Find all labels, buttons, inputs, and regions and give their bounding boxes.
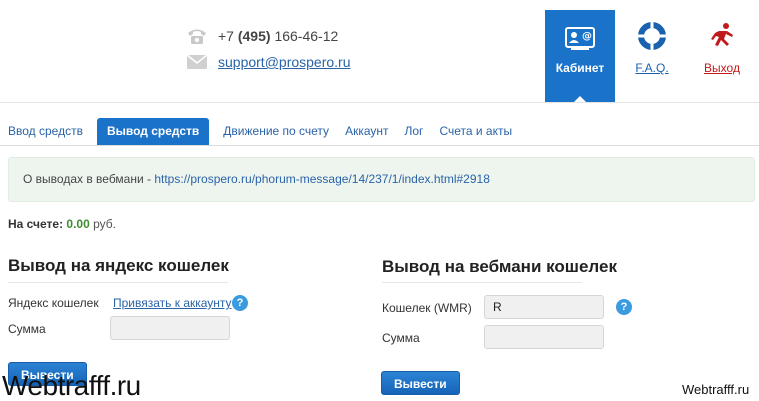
webmoney-section-title: Вывод на вебмани кошелек [382,257,617,276]
webmoney-title-underline [382,282,582,283]
tab-bar: Ввод средств Вывод средств Движение по с… [0,118,759,146]
email-contact: support@prospero.ru [186,52,351,72]
balance-value: 0.00 [66,217,90,231]
notice-forum-link[interactable]: https://prospero.ru/phorum-message/14/23… [154,172,490,186]
support-email-link[interactable]: support@prospero.ru [218,54,351,70]
bind-account-link[interactable]: Привязать к аккаунту [113,296,232,310]
faq-link[interactable]: F.A.Q. [632,22,672,75]
yandex-help-icon[interactable]: ? [232,295,248,311]
cabinet-icon: @ [565,27,595,54]
balance-currency: руб. [93,217,117,231]
cabinet-button[interactable]: @ Кабинет [545,10,615,104]
yandex-wallet-label: Яндекс кошелек [8,296,99,310]
tab-account[interactable]: Аккаунт [337,118,396,145]
phone-contact: +7 (495) 166-46-12 [186,26,338,46]
tab-account-movement[interactable]: Движение по счету [215,118,337,145]
yandex-title-underline [8,282,228,283]
tab-deposit[interactable]: Ввод средств [0,118,91,145]
tab-invoices[interactable]: Счета и акты [431,118,520,145]
notice-text: О выводах в вебмани - [23,172,155,186]
running-man-exit-icon [708,22,736,53]
webmoney-wallet-input[interactable]: R [484,295,604,319]
watermark-small: Webtrafff.ru [682,382,750,397]
watermark-large: Webtrafff.ru [2,370,141,401]
lifebuoy-icon [638,22,666,53]
webmoney-notice: О выводах в вебмани - https://prospero.r… [8,157,755,202]
logout-label: Выход [704,61,740,75]
header-divider [0,102,759,103]
account-balance: На счете: 0.00 руб. [8,217,116,231]
faq-label: F.A.Q. [635,61,669,75]
tab-log[interactable]: Лог [397,118,432,145]
svg-text:@: @ [582,31,592,42]
cabinet-label: Кабинет [555,61,605,75]
mail-icon [186,52,208,72]
webmoney-withdraw-button[interactable]: Вывести [381,371,460,395]
yandex-sum-label: Сумма [8,322,46,336]
phone-icon [186,26,208,46]
phone-number: +7 (495) 166-46-12 [218,28,339,44]
logout-link[interactable]: Выход [700,22,744,75]
balance-label: На счете: [8,217,64,231]
webmoney-sum-input[interactable] [484,325,604,349]
webmoney-wallet-label: Кошелек (WMR) [382,301,472,315]
yandex-sum-input[interactable] [110,316,230,340]
webmoney-sum-label: Сумма [382,331,420,345]
tab-withdraw[interactable]: Вывод средств [96,118,210,145]
webmoney-help-icon[interactable]: ? [616,299,632,315]
yandex-section-title: Вывод на яндекс кошелек [8,256,229,275]
